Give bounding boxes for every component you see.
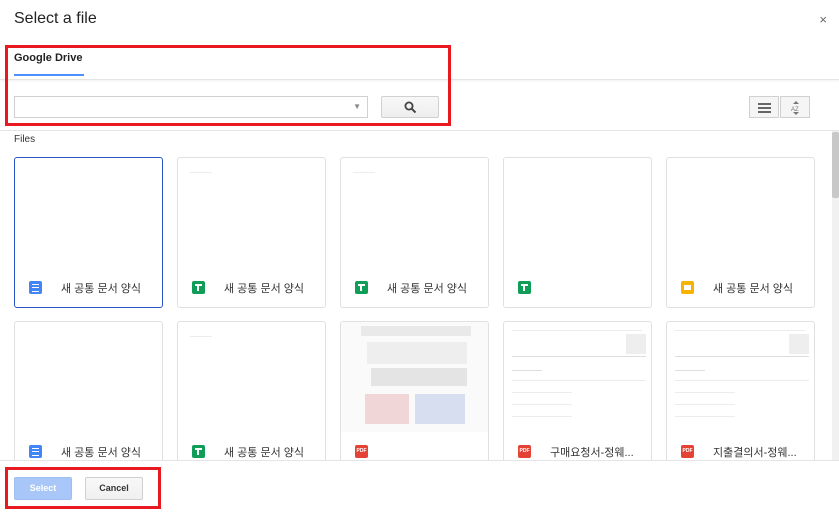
file-card[interactable]: 새 공통 문서 양식 (14, 157, 163, 308)
list-view-icon (758, 103, 771, 113)
google-sheets-icon (192, 445, 205, 458)
file-card[interactable]: 새 공통 문서 양식 (340, 157, 489, 308)
sort-button[interactable]: AZ (780, 96, 810, 118)
file-name: 새 공통 문서 양식 (387, 283, 468, 295)
file-thumbnail (341, 158, 488, 268)
close-icon[interactable]: × (819, 12, 827, 27)
file-thumbnail (15, 158, 162, 268)
file-thumbnail (15, 322, 162, 432)
search-input[interactable]: ▼ (14, 96, 368, 118)
file-thumbnail (178, 322, 325, 432)
file-card[interactable]: 새 공통 문서 양식 (666, 157, 815, 308)
files-section-label: Files (14, 134, 36, 145)
file-thumbnail-form (504, 322, 651, 432)
file-thumbnail (178, 158, 325, 268)
google-sheets-icon (355, 281, 368, 294)
toolbar-divider (0, 130, 839, 131)
file-grid: 새 공통 문서 양식 새 공통 문서 양식 새 공통 문서 양식 새 공통 문서… (14, 157, 819, 460)
pdf-icon: PDF (681, 445, 694, 458)
search-icon (404, 101, 417, 114)
source-tabbar: Google Drive (0, 40, 839, 80)
file-card[interactable]: 새 공통 문서 양식 (177, 157, 326, 308)
select-button[interactable]: Select (14, 477, 72, 500)
pdf-icon: PDF (518, 445, 531, 458)
google-docs-icon (29, 281, 42, 294)
google-slides-icon (681, 281, 694, 294)
file-name: 새 공통 문서 양식 (224, 447, 305, 459)
search-button[interactable] (381, 96, 439, 118)
file-name: 새 공통 문서 양식 (61, 447, 142, 459)
file-card[interactable]: PDF 지출결의서-정웨... (666, 321, 815, 460)
file-thumbnail (504, 158, 651, 268)
file-thumbnail (667, 158, 814, 268)
pdf-icon: PDF (355, 445, 368, 458)
file-name: 구매요청서-정웨... (550, 447, 634, 459)
chevron-down-icon[interactable]: ▼ (353, 102, 361, 111)
scrollbar-thumb[interactable] (832, 132, 839, 198)
file-card[interactable]: PDF 구매요청서-정웨... (503, 321, 652, 460)
tab-google-drive[interactable]: Google Drive (14, 52, 84, 76)
file-thumbnail-blurred (341, 322, 488, 432)
file-name: 지출결의서-정웨... (713, 447, 797, 459)
file-card[interactable] (503, 157, 652, 308)
file-thumbnail-form (667, 322, 814, 432)
file-name: 새 공통 문서 양식 (713, 283, 794, 295)
list-view-button[interactable] (749, 96, 779, 118)
sort-az-icon: AZ (791, 101, 799, 115)
file-name: 새 공통 문서 양식 (224, 283, 305, 295)
cancel-button[interactable]: Cancel (85, 477, 143, 500)
google-sheets-icon (518, 281, 531, 294)
file-card[interactable]: PDF (340, 321, 489, 460)
file-card[interactable]: 새 공통 문서 양식 (177, 321, 326, 460)
dialog-title: Select a file (14, 10, 97, 27)
google-sheets-icon (192, 281, 205, 294)
file-card[interactable]: 새 공통 문서 양식 (14, 321, 163, 460)
google-docs-icon (29, 445, 42, 458)
file-name: 새 공통 문서 양식 (61, 283, 142, 295)
